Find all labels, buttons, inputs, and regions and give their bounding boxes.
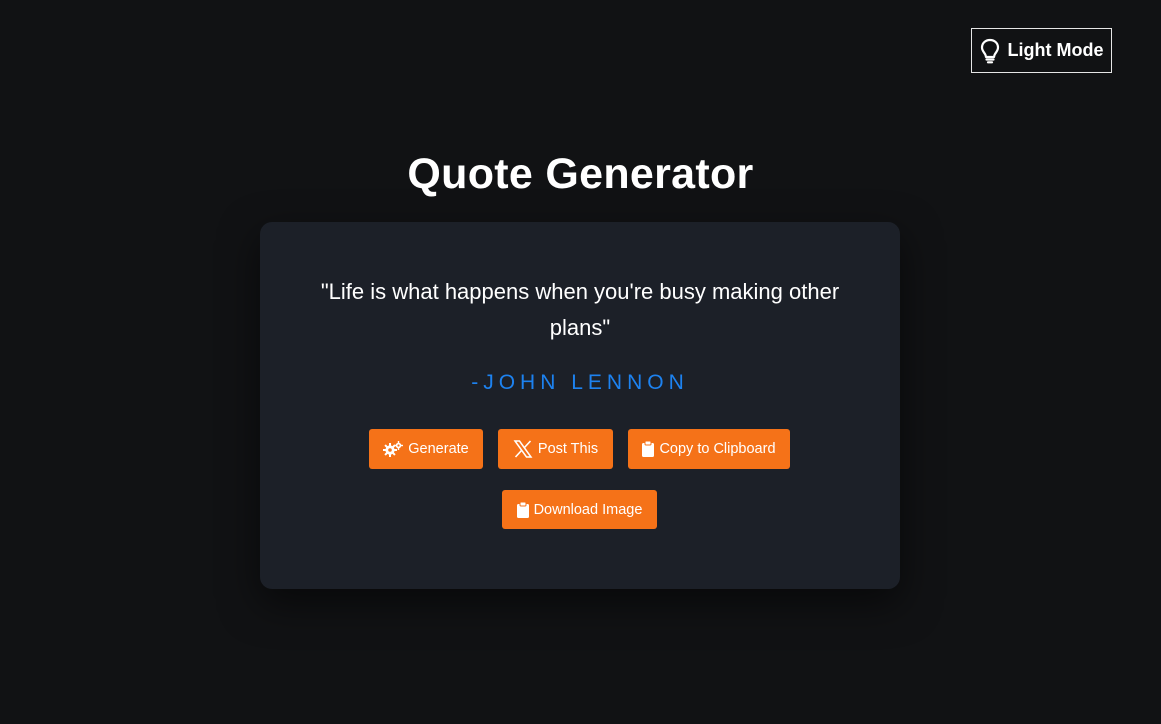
download-image-button[interactable]: Download Image	[502, 490, 657, 529]
page: Light Mode Quote Generator "Life is what…	[0, 0, 1161, 724]
generate-button[interactable]: Generate	[369, 429, 483, 469]
copy-label: Copy to Clipboard	[659, 441, 776, 457]
theme-toggle-button[interactable]: Light Mode	[971, 28, 1112, 73]
post-button[interactable]: Post This	[498, 429, 613, 469]
clipboard-icon	[516, 501, 529, 518]
gears-icon	[383, 441, 404, 457]
quote-author: -JOHN LENNON	[471, 371, 689, 394]
copy-to-clipboard-button[interactable]: Copy to Clipboard	[628, 429, 790, 469]
theme-toggle-label: Light Mode	[1007, 40, 1104, 60]
clipboard-icon	[642, 441, 655, 457]
download-label: Download Image	[533, 501, 643, 518]
x-logo-icon	[513, 440, 533, 458]
lightbulb-icon	[980, 38, 1000, 64]
page-title: Quote Generator	[407, 150, 754, 198]
generate-label: Generate	[408, 441, 469, 457]
quote-card: "Life is what happens when you're busy m…	[260, 222, 900, 589]
quote-text: "Life is what happens when you're busy m…	[320, 279, 840, 340]
post-label: Post This	[537, 441, 599, 457]
